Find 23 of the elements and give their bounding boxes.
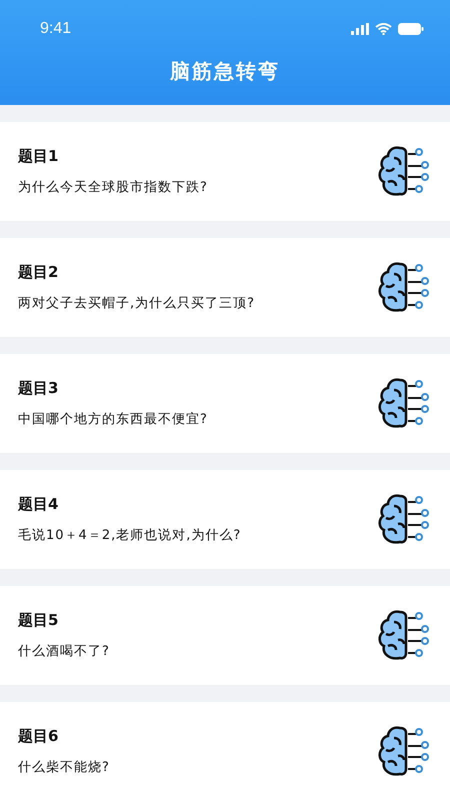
question-text: 为什么今天全球股市指数下跌? [18, 179, 208, 196]
question-card[interactable]: 题目5 什么酒喝不了? [0, 586, 450, 685]
question-card[interactable]: 题目1 为什么今天全球股市指数下跌? [0, 122, 450, 221]
battery-icon [398, 23, 424, 35]
question-title: 题目5 [18, 611, 60, 630]
question-title: 题目1 [18, 147, 60, 166]
question-text: 毛说10＋4＝2,老师也说对,为什么? [18, 527, 242, 544]
question-card[interactable]: 题目4 毛说10＋4＝2,老师也说对,为什么? [0, 470, 450, 569]
wifi-icon [375, 23, 392, 35]
signal-icon [351, 23, 369, 35]
page-title: 脑筋急转弯 [168, 58, 281, 85]
question-card[interactable]: 题目6 什么柴不能烧? [0, 702, 450, 800]
question-card[interactable]: 题目2 两对父子去买帽子,为什么只买了三顶? [0, 238, 450, 337]
question-title: 题目2 [18, 263, 60, 282]
question-text: 中国哪个地方的东西最不便宜? [18, 411, 208, 428]
status-time: 9:41 [40, 20, 72, 38]
question-text: 什么酒喝不了? [18, 643, 110, 660]
question-title: 题目6 [18, 727, 60, 746]
question-title: 题目3 [18, 379, 60, 398]
question-text: 两对父子去买帽子,为什么只买了三顶? [18, 295, 256, 312]
question-text: 什么柴不能烧? [18, 759, 110, 776]
question-title: 题目4 [18, 495, 60, 514]
question-card[interactable]: 题目3 中国哪个地方的东西最不便宜? [0, 354, 450, 453]
